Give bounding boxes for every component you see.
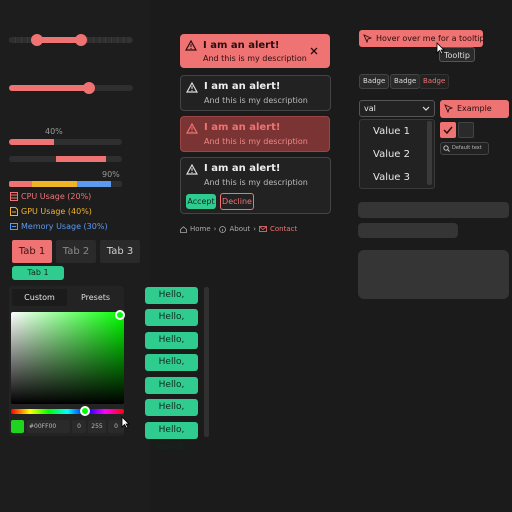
search-input[interactable]: Default text bbox=[440, 142, 489, 155]
progress-bar-1-fill bbox=[9, 139, 54, 145]
select-scrollbar[interactable] bbox=[427, 121, 432, 185]
cursor-pointer-icon bbox=[444, 104, 453, 113]
tab-2[interactable]: Tab 2 bbox=[56, 240, 96, 263]
checkbox-unchecked[interactable] bbox=[458, 122, 474, 138]
green-input[interactable]: 255 bbox=[88, 420, 106, 433]
hello-button-6[interactable]: Hello, world! bbox=[145, 399, 198, 429]
accept-button[interactable]: Accept bbox=[186, 194, 216, 209]
warning-icon bbox=[186, 164, 198, 175]
tab-3[interactable]: Tab 3 bbox=[100, 240, 140, 263]
select-option-1[interactable]: Value 1 bbox=[373, 126, 410, 137]
alert-1-description: And this is my description bbox=[203, 54, 307, 63]
usage-bar-cpu bbox=[9, 181, 32, 187]
gpu-usage-label: GPU Usage (40%) bbox=[21, 207, 92, 216]
example-text-button[interactable]: Example text bbox=[440, 100, 509, 131]
hello-button-2[interactable]: Hello, world! bbox=[145, 309, 198, 339]
color-mode-tab-custom[interactable]: Custom bbox=[12, 289, 67, 306]
alert-2-title: I am an alert! bbox=[204, 81, 281, 92]
alert-3-description: And this is my description bbox=[204, 137, 308, 146]
select-option-2[interactable]: Value 2 bbox=[373, 149, 410, 160]
search-icon bbox=[443, 145, 450, 152]
skeleton-bar-1 bbox=[358, 202, 509, 218]
tooltip-trigger-button[interactable]: Hover over me for a tooltip! bbox=[359, 30, 483, 47]
hello-button-5[interactable]: Hello, world! bbox=[145, 377, 198, 407]
mouse-cursor-icon bbox=[121, 416, 130, 429]
select-dropdown[interactable]: val bbox=[359, 100, 435, 117]
badge-3: Badge bbox=[419, 74, 450, 89]
hello-button-7[interactable]: Hello, world! bbox=[145, 422, 198, 452]
select-option-3[interactable]: Value 3 bbox=[373, 172, 410, 183]
gpu-icon bbox=[10, 207, 18, 216]
warning-icon bbox=[186, 82, 198, 93]
color-swatch bbox=[11, 420, 24, 433]
home-icon bbox=[180, 225, 187, 233]
search-placeholder: Default text bbox=[452, 145, 482, 151]
hue-slider[interactable] bbox=[11, 409, 124, 414]
checkbox-checked[interactable] bbox=[440, 122, 456, 138]
hello-button-3[interactable]: Hello, world! bbox=[145, 332, 198, 362]
hex-input[interactable]: #00FF00 bbox=[27, 420, 70, 433]
chevron-right-icon: › bbox=[213, 225, 217, 233]
mail-icon bbox=[259, 226, 267, 232]
tab-content: Tab 1 content bbox=[12, 266, 64, 291]
tab-1[interactable]: Tab 1 bbox=[12, 240, 52, 263]
alert-1-title: I am an alert! bbox=[203, 40, 280, 51]
usage-bar-memory bbox=[77, 181, 111, 187]
range-slider-high-handle[interactable] bbox=[75, 34, 87, 46]
memory-icon bbox=[10, 223, 18, 230]
cpu-usage-row: CPU Usage (20%) bbox=[10, 192, 91, 201]
badge-2: Badge bbox=[390, 74, 421, 89]
single-slider-fill bbox=[9, 85, 89, 91]
gpu-usage-row: GPU Usage (40%) bbox=[10, 207, 92, 216]
tooltip-trigger-label: Hover over me for a tooltip! bbox=[376, 34, 483, 43]
breadcrumb-home[interactable]: Home bbox=[190, 225, 211, 233]
usage-stacked-bar bbox=[9, 181, 122, 187]
skeleton-bar-2 bbox=[358, 223, 458, 238]
alert-2-description: And this is my description bbox=[204, 96, 308, 105]
badge-1: Badge bbox=[359, 74, 390, 89]
warning-icon bbox=[186, 123, 198, 134]
hue-slider-handle[interactable] bbox=[80, 406, 90, 416]
warning-icon bbox=[185, 40, 197, 51]
alert-3: I am an alert! And this is my descriptio… bbox=[180, 116, 330, 152]
alert-3-title: I am an alert! bbox=[204, 122, 281, 133]
usage-bar-gpu bbox=[32, 181, 77, 187]
alert-4: I am an alert! And this is my descriptio… bbox=[180, 157, 331, 214]
red-input[interactable]: 0 bbox=[72, 420, 86, 433]
range-slider-low-handle[interactable] bbox=[31, 34, 43, 46]
color-saturation-handle[interactable] bbox=[115, 310, 125, 320]
breadcrumb-about[interactable]: About bbox=[229, 225, 250, 233]
hello-button-1[interactable]: Hello, world! bbox=[145, 287, 198, 317]
alert-4-description: And this is my description bbox=[204, 178, 308, 187]
breadcrumb-contact[interactable]: Contact bbox=[270, 225, 297, 233]
progress-3-label: 90% bbox=[102, 170, 120, 179]
color-mode-tab-presets[interactable]: Presets bbox=[68, 289, 123, 306]
cpu-usage-label: CPU Usage (20%) bbox=[21, 192, 92, 201]
breadcrumb: Home › About › Contact bbox=[180, 225, 297, 233]
cpu-icon bbox=[10, 192, 18, 201]
check-icon bbox=[443, 126, 453, 134]
scroll-scrollbar[interactable] bbox=[204, 287, 209, 437]
chevron-right-icon: › bbox=[253, 225, 256, 233]
memory-usage-row: Memory Usage (30%) bbox=[10, 222, 108, 231]
decline-button[interactable]: Decline bbox=[220, 193, 254, 210]
cursor-pointer-icon bbox=[363, 34, 372, 43]
info-icon bbox=[219, 225, 227, 233]
mouse-cursor-icon bbox=[436, 42, 445, 55]
alert-4-title: I am an alert! bbox=[204, 163, 281, 174]
chevron-down-icon bbox=[422, 106, 430, 111]
progress-bar-2-fill bbox=[56, 156, 106, 162]
alert-1: I am an alert! And this is my descriptio… bbox=[180, 34, 330, 68]
memory-usage-label: Memory Usage (30%) bbox=[21, 222, 108, 231]
progress-1-label: 40% bbox=[45, 127, 63, 136]
skeleton-block bbox=[358, 250, 509, 299]
color-saturation-area[interactable] bbox=[11, 312, 124, 404]
hello-button-4[interactable]: Hello, world! bbox=[145, 354, 198, 384]
close-icon[interactable] bbox=[310, 47, 318, 55]
single-slider-handle[interactable] bbox=[83, 82, 95, 94]
select-value: val bbox=[364, 104, 376, 113]
alert-2: I am an alert! And this is my descriptio… bbox=[180, 75, 331, 111]
